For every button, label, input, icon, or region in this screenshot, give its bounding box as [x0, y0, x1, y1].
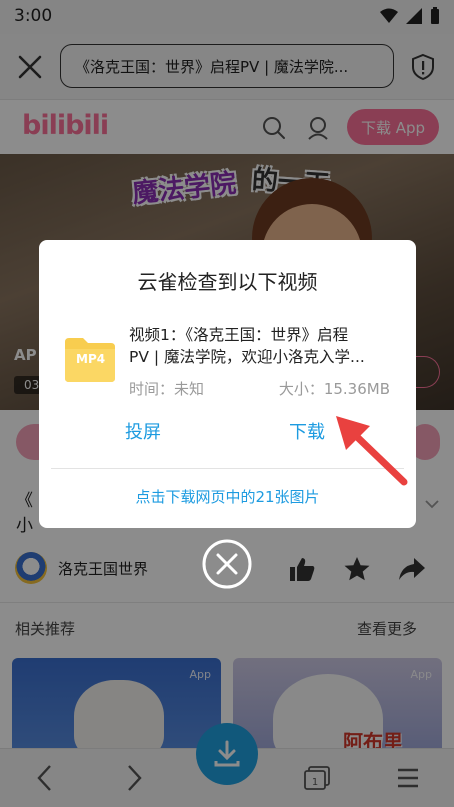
file-time: 时间：未知	[129, 380, 205, 398]
file-name-line1: 视频1：《洛克王国：世界》启程	[129, 326, 349, 344]
download-button[interactable]: 下载	[289, 418, 325, 444]
file-type-label: MP4	[76, 352, 106, 366]
dialog-title: 云雀检查到以下视频	[137, 270, 318, 294]
file-name: 视频1：《洛克王国：世界》启程 PV | 魔法学院，欢迎小洛克入学...	[129, 324, 394, 368]
dialog-close-icon[interactable]	[201, 538, 253, 590]
cast-button[interactable]: 投屏	[125, 418, 161, 444]
file-name-line2: PV | 魔法学院，欢迎小洛克入学...	[129, 348, 365, 366]
annotation-arrow-icon	[336, 416, 408, 486]
file-size: 大小：15.36MB	[278, 380, 390, 398]
download-images-link[interactable]: 点击下载网页中的21张图片	[39, 486, 416, 507]
